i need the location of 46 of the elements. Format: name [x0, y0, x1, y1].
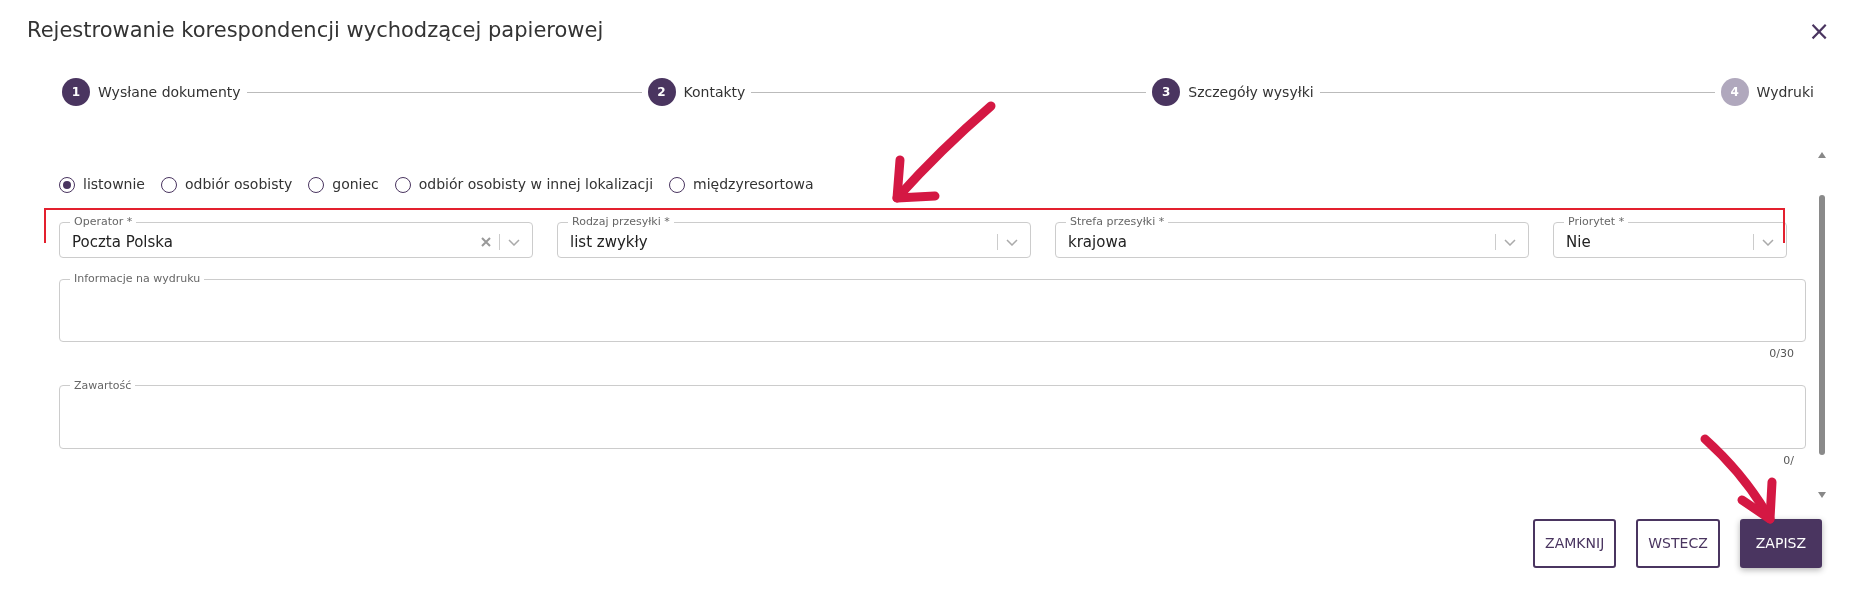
radio-label[interactable]: odbiór osobisty w innej lokalizacji — [418, 174, 654, 195]
radio-label[interactable]: odbiór osobisty — [184, 174, 293, 195]
step-label[interactable]: Wysłane dokumenty — [98, 81, 241, 103]
radio-label[interactable]: listownie — [83, 174, 145, 195]
chevron-down-icon — [1762, 238, 1774, 246]
field-label: Rodzaj przesyłki * — [571, 215, 671, 229]
select-field[interactable]: Operator * Poczta Polska — [59, 215, 533, 258]
action-button[interactable]: ZAMKNIJ — [1533, 519, 1617, 568]
step-number: 4 — [1720, 78, 1749, 106]
window-title: Rejestrowanie korespondencji wychodzącej papierowej — [27, 17, 604, 45]
radio-button[interactable] — [394, 176, 411, 193]
field-label: Zawartość — [73, 378, 133, 393]
field-label: Strefa przesyłki * — [1069, 215, 1166, 229]
clear-icon[interactable] — [481, 237, 491, 247]
radio-button[interactable] — [308, 176, 325, 193]
close-button[interactable]: × — [1804, 18, 1834, 44]
step-number: 2 — [647, 78, 676, 106]
chevron-down-icon — [1504, 238, 1516, 246]
select-field[interactable]: Strefa przesyłki * krajowa — [1055, 215, 1529, 258]
select-value: Poczta Polska — [72, 231, 174, 253]
step-label[interactable]: Kontakty — [683, 81, 746, 103]
radio-button[interactable] — [669, 176, 686, 193]
radio-button[interactable] — [59, 176, 75, 193]
field-label: Informacje na wydruku — [73, 272, 202, 286]
select-value: Nie — [1566, 231, 1592, 253]
action-button[interactable]: WSTECZ — [1636, 519, 1720, 568]
radio-button[interactable] — [160, 176, 177, 193]
chevron-down-icon — [508, 238, 520, 246]
select-value: list zwykły — [570, 231, 649, 253]
radio-label[interactable]: goniec — [332, 174, 379, 195]
text-area[interactable]: Zawartość — [59, 378, 1806, 449]
step-number: 3 — [1152, 78, 1181, 106]
chevron-down-icon — [1006, 238, 1018, 246]
text-area[interactable]: Informacje na wydruku — [59, 272, 1806, 342]
step-label[interactable]: Szczegóły wysyłki — [1188, 81, 1314, 103]
step-number: 1 — [62, 78, 90, 106]
character-counter: 0/ — [1783, 452, 1794, 469]
radio-label[interactable]: międzyresortowa — [693, 174, 814, 195]
field-label: Operator * — [73, 215, 134, 229]
step-label[interactable]: Wydruki — [1756, 81, 1814, 103]
select-field[interactable]: Rodzaj przesyłki * list zwykły — [557, 215, 1031, 258]
select-field[interactable]: Priorytet * Nie — [1553, 215, 1787, 258]
action-button[interactable]: ZAPISZ — [1739, 519, 1822, 568]
character-counter: 0/30 — [1769, 346, 1794, 362]
field-label: Priorytet * — [1567, 215, 1626, 229]
select-value: krajowa — [1068, 231, 1128, 253]
